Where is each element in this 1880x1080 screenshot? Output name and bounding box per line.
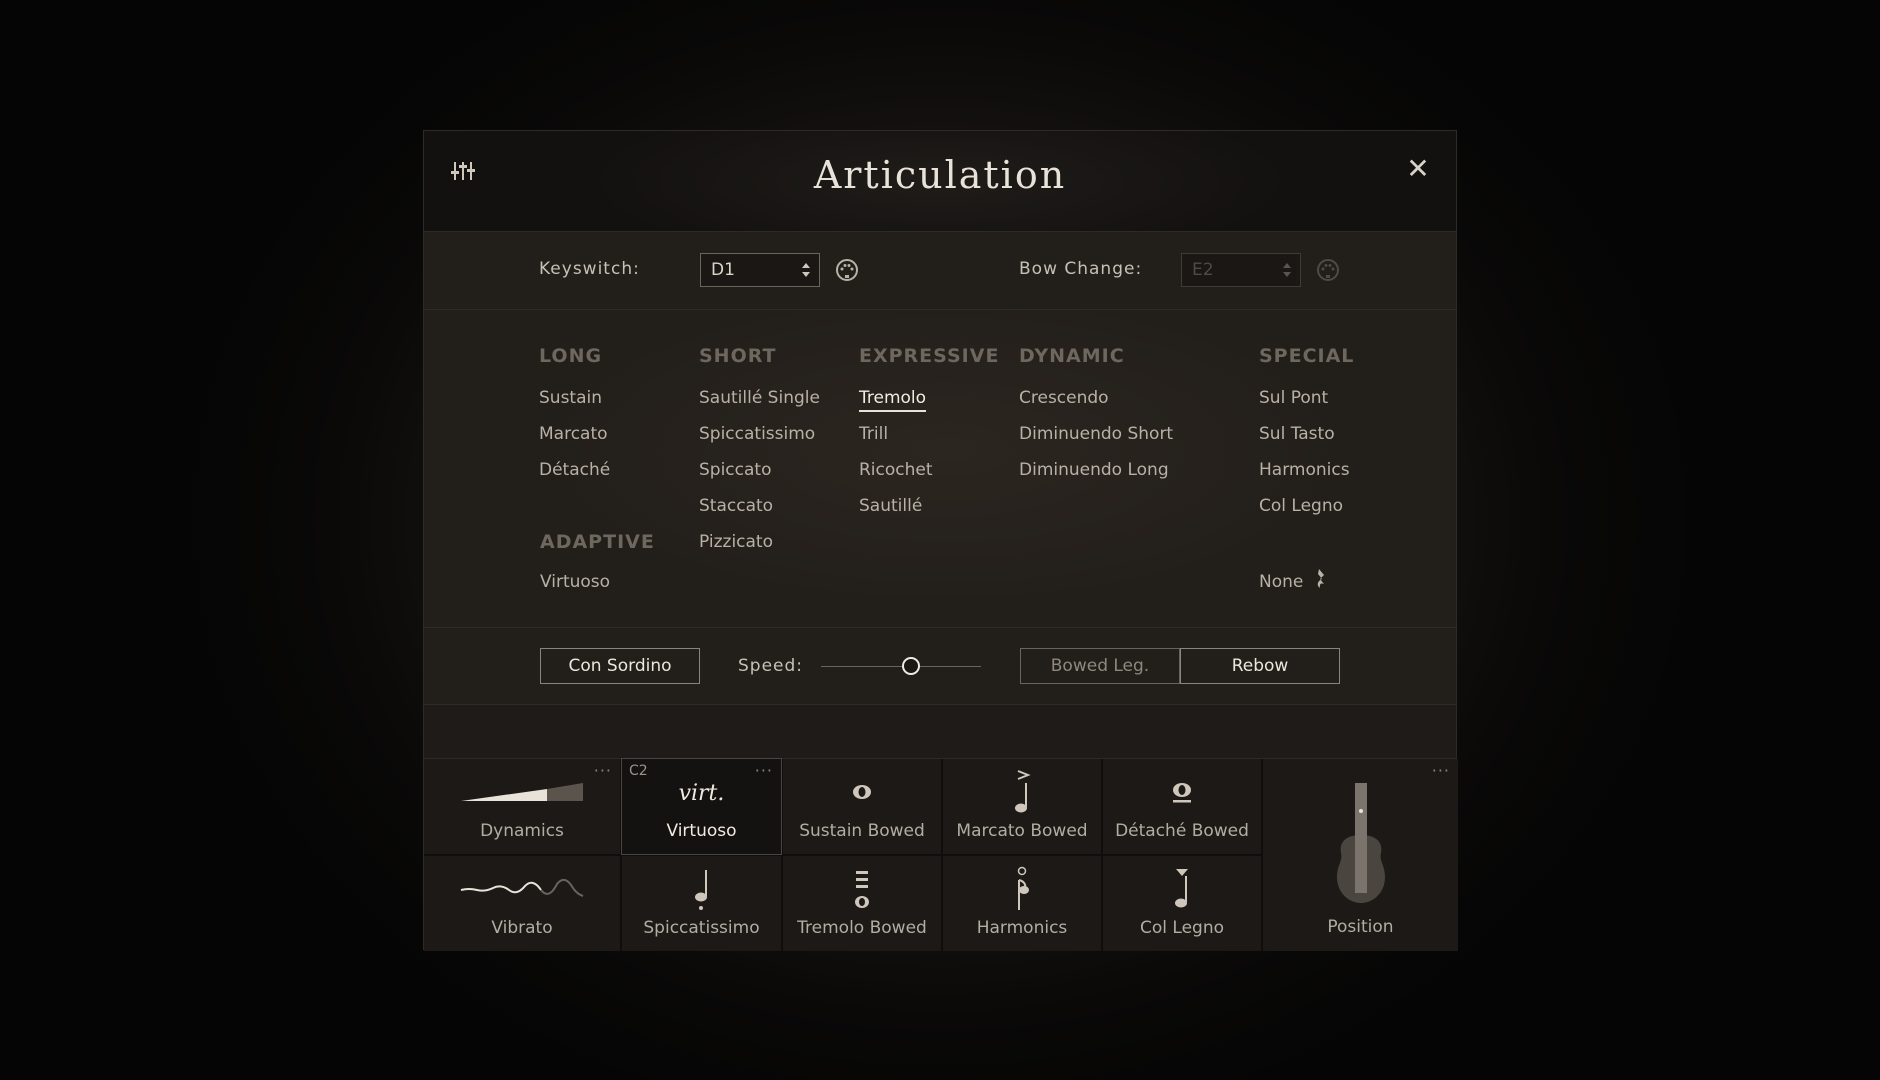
marcato-bowed-cell[interactable]: Marcato Bowed <box>943 759 1101 854</box>
page-title: Articulation <box>813 153 1067 197</box>
articulation-sautille-single[interactable]: Sautillé Single <box>699 388 820 408</box>
midi-learn-icon[interactable] <box>835 258 859 282</box>
controls-row: Con Sordino Speed: Bowed Leg. Rebow <box>424 628 1456 705</box>
whole-note-icon <box>853 785 871 799</box>
keyswitch-value: D1 <box>711 260 735 280</box>
virtuoso-label: Virtuoso <box>666 821 737 841</box>
bowed-legato-button[interactable]: Bowed Leg. <box>1020 648 1180 684</box>
harmonics-cell[interactable]: Harmonics <box>943 856 1101 951</box>
spiccatissimo-label: Spiccatissimo <box>643 918 760 938</box>
close-icon[interactable]: ✕ <box>1406 155 1430 183</box>
articulation-list: LONG Sustain Marcato Détaché ADAPTIVE Vi… <box>424 310 1456 628</box>
dynamics-ramp-icon <box>461 783 583 801</box>
articulation-harmonics[interactable]: Harmonics <box>1259 460 1350 480</box>
articulation-sautille[interactable]: Sautillé <box>859 496 922 516</box>
harmonic-note-icon <box>1017 866 1029 910</box>
dynamics-label: Dynamics <box>480 821 564 841</box>
spiccatissimo-cell[interactable]: Spiccatissimo <box>622 856 781 951</box>
position-label: Position <box>1327 917 1394 937</box>
tremolo-bowed-cell[interactable]: Tremolo Bowed <box>783 856 941 951</box>
articulation-diminuendo-short[interactable]: Diminuendo Short <box>1019 424 1173 444</box>
col-legno-note-icon <box>1175 869 1188 908</box>
vibrato-label: Vibrato <box>491 918 553 938</box>
vibrato-wave-icon <box>460 878 584 897</box>
category-long: LONG <box>539 345 603 367</box>
midi-learn-icon[interactable] <box>1316 258 1340 282</box>
articulation-sul-tasto[interactable]: Sul Tasto <box>1259 424 1335 444</box>
articulation-virtuoso[interactable]: Virtuoso <box>540 572 610 592</box>
rest-icon <box>1317 569 1324 588</box>
panel-header: Articulation ✕ <box>424 131 1456 232</box>
speed-label: Speed: <box>738 656 804 676</box>
keyswitch-row: Keyswitch: D1 Bow Change: E2 <box>424 232 1456 310</box>
category-short: SHORT <box>699 345 777 367</box>
category-special: SPECIAL <box>1259 345 1355 367</box>
category-expressive: EXPRESSIVE <box>859 345 1000 367</box>
virtuoso-cell[interactable]: C2 ··· virt. Virtuoso <box>621 758 782 855</box>
articulation-panel: Articulation ✕ Keyswitch: D1 Bow Change:… <box>423 130 1458 951</box>
articulation-crescendo[interactable]: Crescendo <box>1019 388 1109 408</box>
col-legno-label: Col Legno <box>1140 918 1224 938</box>
articulation-pizzicato[interactable]: Pizzicato <box>699 532 773 552</box>
spacer-row <box>424 705 1456 759</box>
staccatissimo-note-icon <box>694 870 707 910</box>
articulation-col-legno[interactable]: Col Legno <box>1259 496 1343 516</box>
sustain-bowed-cell[interactable]: Sustain Bowed <box>783 759 941 854</box>
con-sordino-button[interactable]: Con Sordino <box>540 648 700 684</box>
sustain-bowed-label: Sustain Bowed <box>799 821 925 841</box>
more-icon[interactable]: ··· <box>1432 761 1450 780</box>
detache-bowed-label: Détaché Bowed <box>1115 821 1249 841</box>
speed-slider-track[interactable] <box>821 666 981 667</box>
vibrato-cell[interactable]: Vibrato <box>424 856 620 951</box>
articulation-none[interactable]: None <box>1259 572 1303 592</box>
articulation-sul-pont[interactable]: Sul Pont <box>1259 388 1328 408</box>
tremolo-bowed-label: Tremolo Bowed <box>797 918 927 938</box>
articulation-sustain[interactable]: Sustain <box>539 388 602 408</box>
harmonics-label: Harmonics <box>976 918 1068 938</box>
keyswitch-label: Keyswitch: <box>539 259 640 279</box>
bow-change-select[interactable]: E2 <box>1181 253 1301 287</box>
marcato-note-icon <box>1015 770 1031 813</box>
speed-slider-thumb[interactable] <box>901 657 920 675</box>
articulation-staccato[interactable]: Staccato <box>699 496 773 516</box>
dynamics-cell[interactable]: ··· Dynamics <box>424 759 620 854</box>
category-dynamic: DYNAMIC <box>1019 345 1125 367</box>
marcato-bowed-label: Marcato Bowed <box>956 821 1088 841</box>
bow-change-value: E2 <box>1192 260 1214 280</box>
more-icon[interactable]: ··· <box>594 761 612 780</box>
position-cell[interactable]: ··· Position <box>1263 759 1458 951</box>
articulation-detache[interactable]: Détaché <box>539 460 610 480</box>
articulation-marcato[interactable]: Marcato <box>539 424 608 444</box>
tremolo-note-icon <box>855 871 869 908</box>
articulation-trill[interactable]: Trill <box>859 424 888 444</box>
articulation-spiccato[interactable]: Spiccato <box>699 460 771 480</box>
detache-bowed-cell[interactable]: Détaché Bowed <box>1103 759 1261 854</box>
spin-arrows-icon[interactable] <box>1282 262 1292 278</box>
keyswitch-tag: C2 <box>629 763 648 779</box>
keyswitch-select[interactable]: D1 <box>700 253 820 287</box>
virtuoso-glyph: virt. <box>678 781 725 806</box>
articulation-tremolo[interactable]: Tremolo <box>859 388 927 412</box>
category-adaptive: ADAPTIVE <box>540 531 655 553</box>
bow-change-label: Bow Change: <box>1019 259 1143 279</box>
more-icon[interactable]: ··· <box>755 761 773 780</box>
spin-arrows-icon[interactable] <box>801 262 811 278</box>
articulation-diminuendo-long[interactable]: Diminuendo Long <box>1019 460 1169 480</box>
tenuto-note-icon <box>1173 783 1191 803</box>
articulation-cells: ··· Dynamics Vibrato C2 ··· virt. Virtuo… <box>424 758 1458 951</box>
articulation-spiccatissimo[interactable]: Spiccatissimo <box>699 424 815 444</box>
violin-position-icon <box>1336 783 1385 903</box>
articulation-ricochet[interactable]: Ricochet <box>859 460 933 480</box>
col-legno-cell[interactable]: Col Legno <box>1103 856 1261 951</box>
rebow-button[interactable]: Rebow <box>1180 648 1340 684</box>
